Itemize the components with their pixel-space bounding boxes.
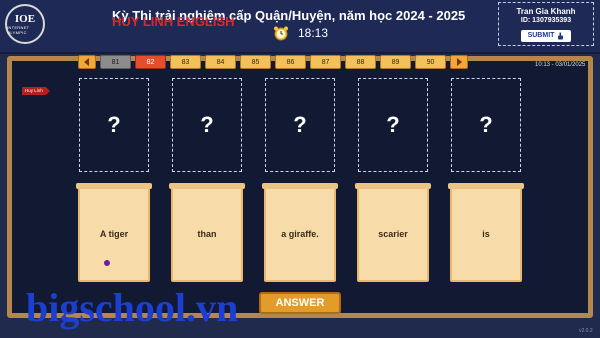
word-card-3[interactable]: a giraffe. [262, 183, 338, 282]
answer-slot-5[interactable]: ? [451, 78, 521, 172]
header: IOE INTERNET OLYMPIC Kỳ Thi trải nghiệm … [0, 0, 600, 54]
watermark-huy-linh: HUY LINH ENGLISH [112, 14, 235, 29]
word-card-5[interactable]: is [448, 183, 524, 282]
timer-display: 18:13 [298, 26, 329, 40]
pointer-hand-icon [558, 32, 564, 39]
user-id: ID: 1307935393 [520, 17, 572, 24]
word-card-2[interactable]: than [169, 183, 245, 282]
chevron-left-icon [84, 58, 89, 66]
chevron-right-icon [457, 58, 462, 66]
version-label: v2.0.2 [579, 328, 593, 334]
question-86-button[interactable]: 86 [275, 55, 306, 69]
question-84-button[interactable]: 84 [205, 55, 236, 69]
answer-slot-4[interactable]: ? [358, 78, 428, 172]
question-82-button[interactable]: 82 [135, 55, 166, 69]
question-83-button[interactable]: 83 [170, 55, 201, 69]
question-90-button[interactable]: 90 [415, 55, 446, 69]
answer-button[interactable]: ANSWER [259, 292, 341, 314]
next-questions-button[interactable] [450, 55, 468, 69]
user-panel: Tran Gia Khanh ID: 1307935393 SUBMIT [498, 2, 594, 46]
answer-slot-2[interactable]: ? [172, 78, 242, 172]
submit-label: SUBMIT [527, 32, 555, 39]
alarm-clock-icon [274, 26, 288, 41]
question-81-button[interactable]: 81 [100, 55, 131, 69]
answer-slot-1[interactable]: ? [79, 78, 149, 172]
datetime-stamp: 10:13 - 03/01/2025 [535, 62, 586, 68]
logo-text: IOE [14, 12, 36, 25]
prev-questions-button[interactable] [78, 55, 96, 69]
question-87-button[interactable]: 87 [310, 55, 341, 69]
question-89-button[interactable]: 89 [380, 55, 411, 69]
user-name: Tran Gia Khanh [516, 7, 576, 16]
question-navigation: 81 82 83 84 85 86 87 88 89 90 [78, 55, 468, 71]
ioe-logo: IOE INTERNET OLYMPIC [5, 4, 45, 44]
question-85-button[interactable]: 85 [240, 55, 271, 69]
logo-subtext: INTERNET OLYMPIC [7, 24, 30, 35]
word-card-4[interactable]: scarier [355, 183, 431, 282]
question-88-button[interactable]: 88 [345, 55, 376, 69]
mouse-cursor [104, 260, 110, 266]
answer-slot-3[interactable]: ? [265, 78, 335, 172]
submit-button[interactable]: SUBMIT [520, 29, 572, 42]
user-tag: Huy Linh [22, 87, 50, 95]
word-card-1[interactable]: A tiger [76, 183, 152, 282]
watermark-bigschool: bigschool.vn [26, 285, 239, 330]
